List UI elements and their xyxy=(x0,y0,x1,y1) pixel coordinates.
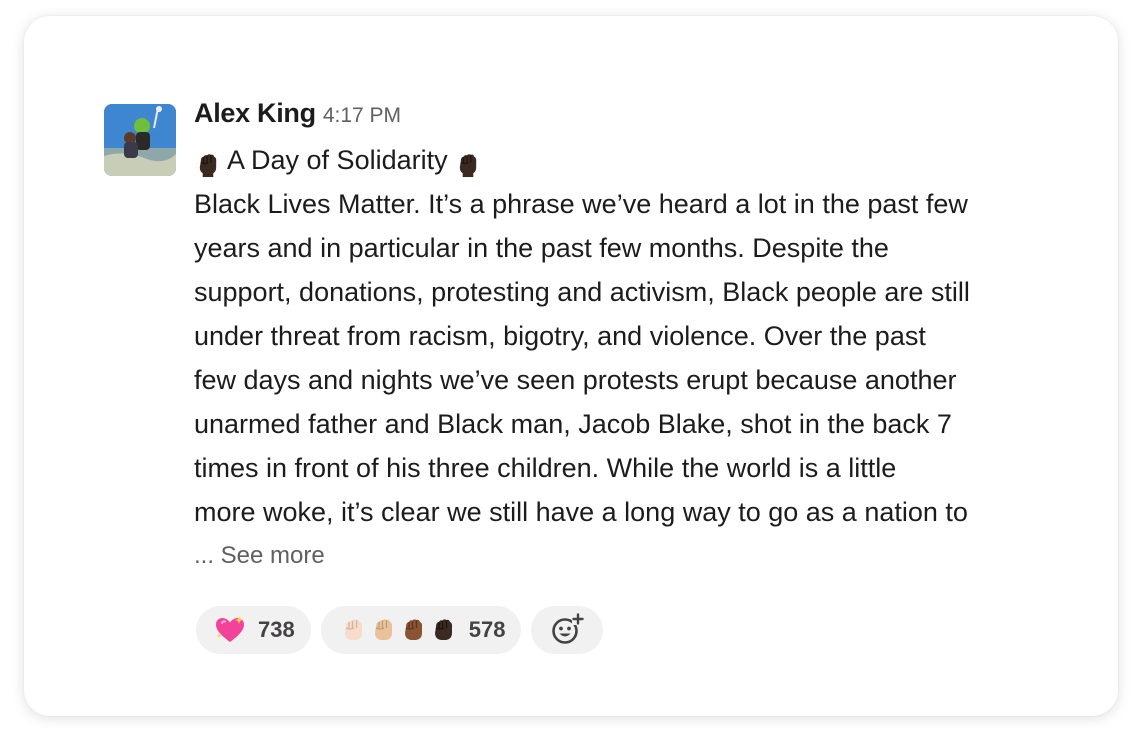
raised-fist-light-icon xyxy=(344,619,362,640)
message-header: Alex King 4:17 PM xyxy=(194,98,1094,138)
avatar-photo xyxy=(104,104,176,176)
add-reaction-button[interactable] xyxy=(531,606,604,654)
message-body: Black Lives Matter. It’s a phrase we’ve … xyxy=(194,189,970,527)
raised-fist-dark-skin-icon xyxy=(194,147,221,177)
add-reaction-icon xyxy=(552,613,585,644)
timestamp[interactable]: 4:17 PM xyxy=(323,104,401,128)
sparkling-heart-icon xyxy=(214,615,246,645)
raised-fist-dark-skin-icon xyxy=(454,147,481,177)
message-card: Alex King 4:17 PM A Day of Solidarity Bl… xyxy=(24,16,1118,716)
reaction-pill-fists[interactable]: 578 xyxy=(320,606,522,654)
message-title-text: A Day of Solidarity xyxy=(227,145,448,175)
raised-fist-medium-light-icon xyxy=(374,619,392,640)
author-name[interactable]: Alex King xyxy=(194,98,316,129)
message-content: Alex King 4:17 PM A Day of Solidarity Bl… xyxy=(194,98,1094,576)
raised-fist-dark-icon xyxy=(434,619,452,640)
raised-fist-medium-dark-icon xyxy=(404,619,422,640)
reaction-count: 738 xyxy=(258,617,295,642)
see-more-link[interactable]: ... See more xyxy=(194,536,1094,576)
raised-fists-skin-tones-icon xyxy=(339,616,457,644)
message-title: A Day of Solidarity xyxy=(194,138,1094,182)
reactions-bar: 738 578 xyxy=(196,606,604,654)
reaction-pill-heart[interactable]: 738 xyxy=(196,606,311,654)
reaction-count: 578 xyxy=(468,617,506,642)
avatar[interactable] xyxy=(104,104,176,176)
